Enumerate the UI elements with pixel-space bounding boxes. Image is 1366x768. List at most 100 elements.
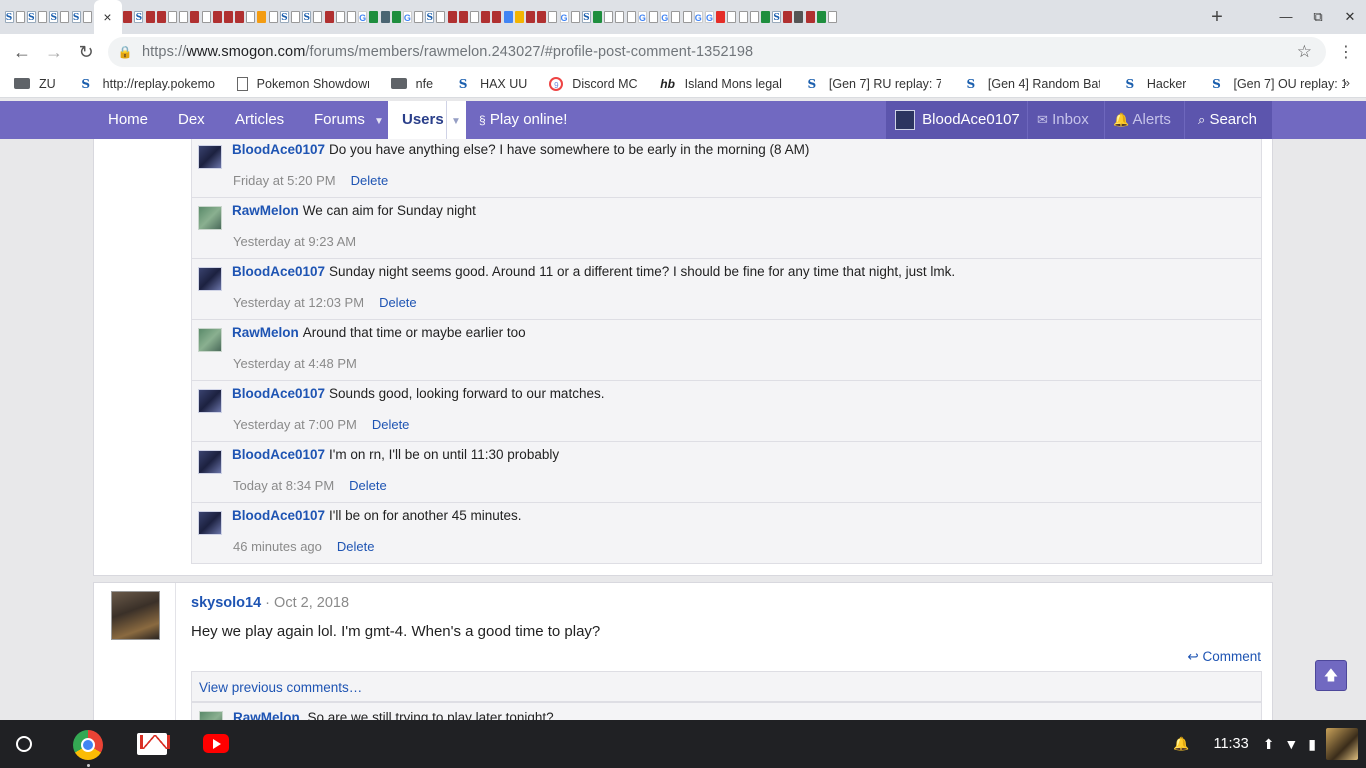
browser-tab[interactable] — [649, 0, 659, 34]
browser-tab[interactable] — [570, 0, 580, 34]
post-avatar[interactable] — [111, 591, 160, 640]
browser-tab[interactable]: G — [704, 0, 714, 34]
browser-tab[interactable] — [615, 0, 625, 34]
bookmark-item[interactable]: 9 Discord MC — [549, 76, 638, 91]
avatar[interactable] — [198, 267, 222, 291]
bookmark-star-icon[interactable]: ☆ — [1297, 42, 1312, 62]
comment-timestamp[interactable]: Yesterday at 4:48 PM — [233, 356, 357, 371]
back-button[interactable]: ← — [6, 42, 38, 63]
browser-tab[interactable] — [805, 0, 815, 34]
browser-tab[interactable]: G — [402, 0, 412, 34]
gmail-icon[interactable] — [137, 733, 170, 755]
bookmark-item[interactable]: hb Island Mons legal — [660, 77, 782, 91]
nav-alerts[interactable]: 🔔 Alerts — [1113, 101, 1171, 139]
browser-tab[interactable]: S — [26, 0, 36, 34]
bookmark-item[interactable]: nfe — [390, 77, 433, 91]
comment-timestamp[interactable]: Friday at 5:20 PM — [233, 173, 336, 188]
reload-button[interactable]: ↻ — [70, 42, 102, 63]
browser-tab[interactable] — [794, 0, 804, 34]
browser-tab[interactable] — [604, 0, 614, 34]
avatar[interactable] — [198, 328, 222, 352]
browser-tab[interactable]: G — [693, 0, 703, 34]
browser-tab[interactable] — [783, 0, 793, 34]
bookmark-item[interactable]: S [Gen 4] Random Batt — [963, 77, 1100, 91]
browser-tab[interactable] — [525, 0, 535, 34]
browser-tab[interactable] — [313, 0, 323, 34]
browser-tab[interactable] — [492, 0, 502, 34]
browser-tab[interactable] — [235, 0, 245, 34]
comment-timestamp[interactable]: Yesterday at 9:23 AM — [233, 234, 356, 249]
bookmark-item[interactable]: S [Gen 7] OU replay: 1% — [1208, 77, 1345, 91]
browser-menu-icon[interactable]: ⋮ — [1338, 42, 1354, 62]
browser-tab[interactable] — [82, 0, 92, 34]
browser-tab[interactable] — [816, 0, 826, 34]
comment-author-link[interactable]: BloodAce0107 — [232, 142, 325, 157]
browser-tab[interactable]: G — [660, 0, 670, 34]
nav-forums[interactable]: Forums — [314, 101, 365, 139]
delete-comment-link[interactable]: Delete — [372, 417, 410, 432]
bookmark-item[interactable]: Shttp://replay.pokemo — [78, 77, 214, 91]
address-bar[interactable]: 🔒 https://www.smogon.com/forums/members/… — [108, 37, 1326, 67]
url-text[interactable]: https://www.smogon.com/forums/members/ra… — [142, 44, 753, 60]
browser-tab[interactable] — [324, 0, 334, 34]
browser-tab[interactable] — [291, 0, 301, 34]
comment-author-link[interactable]: RawMelon — [232, 203, 299, 218]
browser-tab[interactable] — [15, 0, 25, 34]
browser-tab[interactable] — [123, 0, 133, 34]
browser-tab[interactable] — [145, 0, 155, 34]
browser-tab[interactable] — [503, 0, 513, 34]
minimize-button[interactable]: — — [1270, 0, 1302, 34]
browser-tab[interactable] — [60, 0, 70, 34]
browser-tab[interactable] — [760, 0, 770, 34]
browser-tab[interactable] — [626, 0, 636, 34]
browser-tab[interactable] — [414, 0, 424, 34]
browser-tab[interactable] — [749, 0, 759, 34]
browser-tab[interactable] — [593, 0, 603, 34]
browser-tab[interactable] — [223, 0, 233, 34]
browser-tab[interactable]: S — [772, 0, 782, 34]
delete-comment-link[interactable]: Delete — [349, 478, 387, 493]
system-tray[interactable]: 🔔 11:33 ⬆ ▼ ▮ — [1173, 720, 1366, 768]
scroll-to-top-button[interactable]: 🡅 — [1315, 660, 1347, 691]
avatar[interactable] — [198, 389, 222, 413]
bookmark-item[interactable]: S Hacker — [1122, 77, 1187, 91]
nav-dex[interactable]: Dex — [178, 101, 205, 139]
bookmarks-overflow-button[interactable]: » — [1343, 75, 1350, 90]
nav-users-caret[interactable]: ▼ — [451, 101, 461, 139]
chrome-icon[interactable] — [73, 730, 103, 760]
browser-tab[interactable] — [246, 0, 256, 34]
browser-tab[interactable] — [268, 0, 278, 34]
nav-search[interactable]: ⌕ Search — [1198, 101, 1257, 139]
browser-tab[interactable]: G — [637, 0, 647, 34]
browser-tab[interactable] — [548, 0, 558, 34]
browser-tab[interactable] — [481, 0, 491, 34]
bookmark-item[interactable]: Pokemon Showdown — [236, 76, 369, 91]
new-tab-button[interactable]: + — [1202, 6, 1232, 29]
close-window-button[interactable]: ✕ — [1334, 0, 1366, 34]
browser-tab[interactable] — [727, 0, 737, 34]
browser-tab[interactable] — [369, 0, 379, 34]
browser-tab[interactable] — [470, 0, 480, 34]
browser-tab[interactable] — [38, 0, 48, 34]
nav-forums-caret[interactable]: ▼ — [374, 101, 384, 139]
post-author-link[interactable]: skysolo14 — [191, 595, 261, 611]
bookmark-item[interactable]: S HAX UU — [455, 77, 528, 91]
active-tab[interactable]: × — [93, 0, 122, 34]
browser-tab[interactable] — [391, 0, 401, 34]
avatar[interactable] — [198, 206, 222, 230]
browser-tab[interactable] — [212, 0, 222, 34]
forward-button[interactable]: → — [38, 42, 70, 63]
comment-timestamp[interactable]: Today at 8:34 PM — [233, 478, 334, 493]
browser-tab[interactable] — [671, 0, 681, 34]
browser-tab[interactable] — [738, 0, 748, 34]
nav-play-online[interactable]: § Play online! — [479, 101, 567, 139]
browser-tab[interactable] — [514, 0, 524, 34]
nav-account[interactable]: BloodAce0107 — [895, 101, 1020, 139]
browser-tab[interactable]: S — [425, 0, 435, 34]
post-date[interactable]: Oct 2, 2018 — [274, 595, 349, 611]
comment-timestamp[interactable]: Yesterday at 7:00 PM — [233, 417, 357, 432]
delete-comment-link[interactable]: Delete — [351, 173, 389, 188]
browser-tab[interactable] — [179, 0, 189, 34]
browser-tab[interactable]: S — [49, 0, 59, 34]
comment-button[interactable]: ↩ Comment — [1187, 649, 1261, 665]
